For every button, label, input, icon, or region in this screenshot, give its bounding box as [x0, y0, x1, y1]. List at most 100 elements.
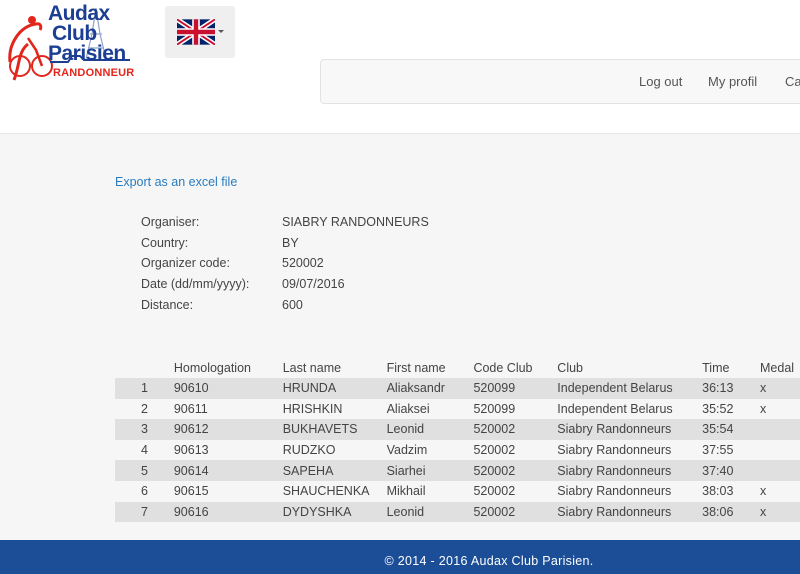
export-excel-link[interactable]: Export as an excel file [115, 175, 237, 189]
cell-club: Independent Belarus [557, 398, 703, 420]
cell-code-club: 520002 [473, 439, 558, 461]
cell-medal [760, 439, 800, 461]
cell-homologation: 90611 [173, 398, 283, 420]
column-header-code-club: Code Club [473, 361, 533, 375]
cell-first-name: Siarhei [386, 460, 474, 481]
info-label: Distance: [141, 297, 194, 312]
column-header-first-name: First name [386, 361, 446, 375]
results-table: Homologation Last name First name Code C… [115, 358, 800, 523]
info-label: Date (dd/mm/yyyy): [141, 277, 250, 292]
cell-time: 37:40 [702, 460, 760, 481]
info-value: 520002 [282, 256, 324, 271]
table-header-row: Homologation Last name First name Code C… [115, 358, 800, 378]
copyright-text: © 2014 - 2016 Audax Club Parisien. [384, 554, 594, 568]
info-value: SIABRY RANDONNEURS [282, 215, 429, 229]
logo-wordmark: Audax Club Parisien [48, 2, 126, 65]
nav-logout[interactable]: Log out [639, 74, 682, 89]
cell-time: 37:55 [702, 439, 760, 461]
row-number: 2 [141, 401, 148, 416]
cell-club: Siabry Randonneurs [557, 419, 703, 440]
info-label: Organizer code: [141, 256, 230, 271]
info-value: 600 [282, 297, 303, 312]
logo-word-audax: Audax [48, 2, 110, 25]
column-header-homologation: Homologation [173, 361, 251, 375]
cell-first-name: Aliaksei [386, 398, 474, 420]
logo-subtitle: RANDONNEUR [53, 67, 135, 79]
cell-code-club: 520002 [473, 419, 558, 440]
cell-last-name: DYDYSHKA [282, 501, 387, 523]
cell-code-club: 520002 [473, 460, 558, 481]
cell-club: Siabry Randonneurs [557, 439, 703, 461]
row-number: 7 [141, 504, 148, 519]
cell-time: 38:06 [702, 501, 760, 523]
cell-code-club: 520099 [473, 378, 558, 399]
language-selector[interactable] [165, 6, 235, 58]
column-header-last-name: Last name [282, 361, 342, 375]
cell-medal [760, 419, 800, 440]
cell-code-club: 520002 [473, 501, 558, 523]
table-row: 7 90616 DYDYSHKA Leonid 520002 Siabry Ra… [115, 501, 800, 523]
cell-last-name: BUKHAVETS [282, 419, 387, 440]
table-row: 6 90615 SHAUCHENKA Mikhail 520002 Siabry… [115, 480, 800, 502]
column-header-medal: Medal [760, 361, 795, 375]
cell-club: Independent Belarus [557, 378, 703, 399]
cell-first-name: Leonid [386, 419, 474, 440]
cell-index: 1 [115, 378, 174, 399]
cell-code-club: 520099 [473, 398, 558, 420]
top-navbar: Log out My profil Ca [320, 59, 800, 104]
table-row: 2 90611 HRISHKIN Aliaksei 520099 Indepen… [115, 398, 800, 420]
chevron-down-icon [218, 30, 224, 33]
cell-index: 2 [115, 398, 174, 420]
cell-last-name: HRISHKIN [282, 398, 387, 420]
cell-homologation: 90610 [173, 378, 283, 399]
cell-homologation: 90615 [173, 480, 283, 502]
info-label: Country: [141, 235, 189, 250]
site-header: Audax Club Parisien RANDONNEUR Log out M… [0, 0, 800, 134]
info-value: BY [282, 235, 299, 250]
cell-first-name: Mikhail [386, 480, 474, 502]
cell-first-name: Aliaksandr [386, 378, 474, 399]
logo-word-parisien: Parisien [48, 42, 126, 65]
cell-time: 35:52 [702, 398, 760, 420]
cell-club: Siabry Randonneurs [557, 460, 703, 481]
cell-code-club: 520002 [473, 480, 558, 502]
cell-time: 38:03 [702, 480, 760, 502]
row-number: 4 [141, 443, 148, 458]
cell-medal: x [760, 398, 800, 420]
table-row: 3 90612 BUKHAVETS Leonid 520002 Siabry R… [115, 419, 800, 440]
table-row: 1 90610 HRUNDA Aliaksandr 520099 Indepen… [115, 378, 800, 399]
cell-medal [760, 460, 800, 481]
row-number: 5 [141, 463, 148, 478]
table-row: 5 90614 SAPEHA Siarhei 520002 Siabry Ran… [115, 460, 800, 481]
row-number: 6 [141, 484, 148, 499]
cell-index: 6 [115, 480, 174, 502]
nav-my-profil[interactable]: My profil [708, 74, 757, 89]
site-footer: © 2014 - 2016 Audax Club Parisien. [0, 540, 800, 574]
cell-club: Siabry Randonneurs [557, 501, 703, 523]
info-value: 09/07/2016 [282, 277, 345, 292]
cell-index: 7 [115, 501, 174, 523]
cell-first-name: Leonid [386, 501, 474, 523]
nav-item-truncated[interactable]: Ca [785, 74, 800, 89]
cell-last-name: HRUNDA [282, 378, 387, 399]
cell-homologation: 90612 [173, 419, 283, 440]
column-header-time: Time [702, 361, 730, 375]
info-label: Organiser: [141, 215, 200, 229]
table-row: 4 90613 RUDZKO Vadzim 520002 Siabry Rand… [115, 439, 800, 461]
cell-time: 35:54 [702, 419, 760, 440]
cell-club: Siabry Randonneurs [557, 480, 703, 502]
cell-homologation: 90613 [173, 439, 283, 461]
cell-first-name: Vadzim [386, 439, 474, 461]
cell-last-name: SHAUCHENKA [282, 480, 387, 502]
cell-medal: x [760, 501, 800, 523]
row-number: 3 [141, 422, 148, 437]
cell-index: 5 [115, 460, 174, 481]
cell-last-name: SAPEHA [282, 460, 387, 481]
column-header-index [115, 358, 174, 378]
cell-last-name: RUDZKO [282, 439, 387, 461]
cell-index: 3 [115, 419, 174, 440]
audax-club-parisien-logo[interactable]: Audax Club Parisien RANDONNEUR [6, 2, 136, 84]
uk-flag-icon [177, 19, 215, 45]
row-number: 1 [141, 381, 148, 396]
column-header-club: Club [557, 361, 584, 375]
